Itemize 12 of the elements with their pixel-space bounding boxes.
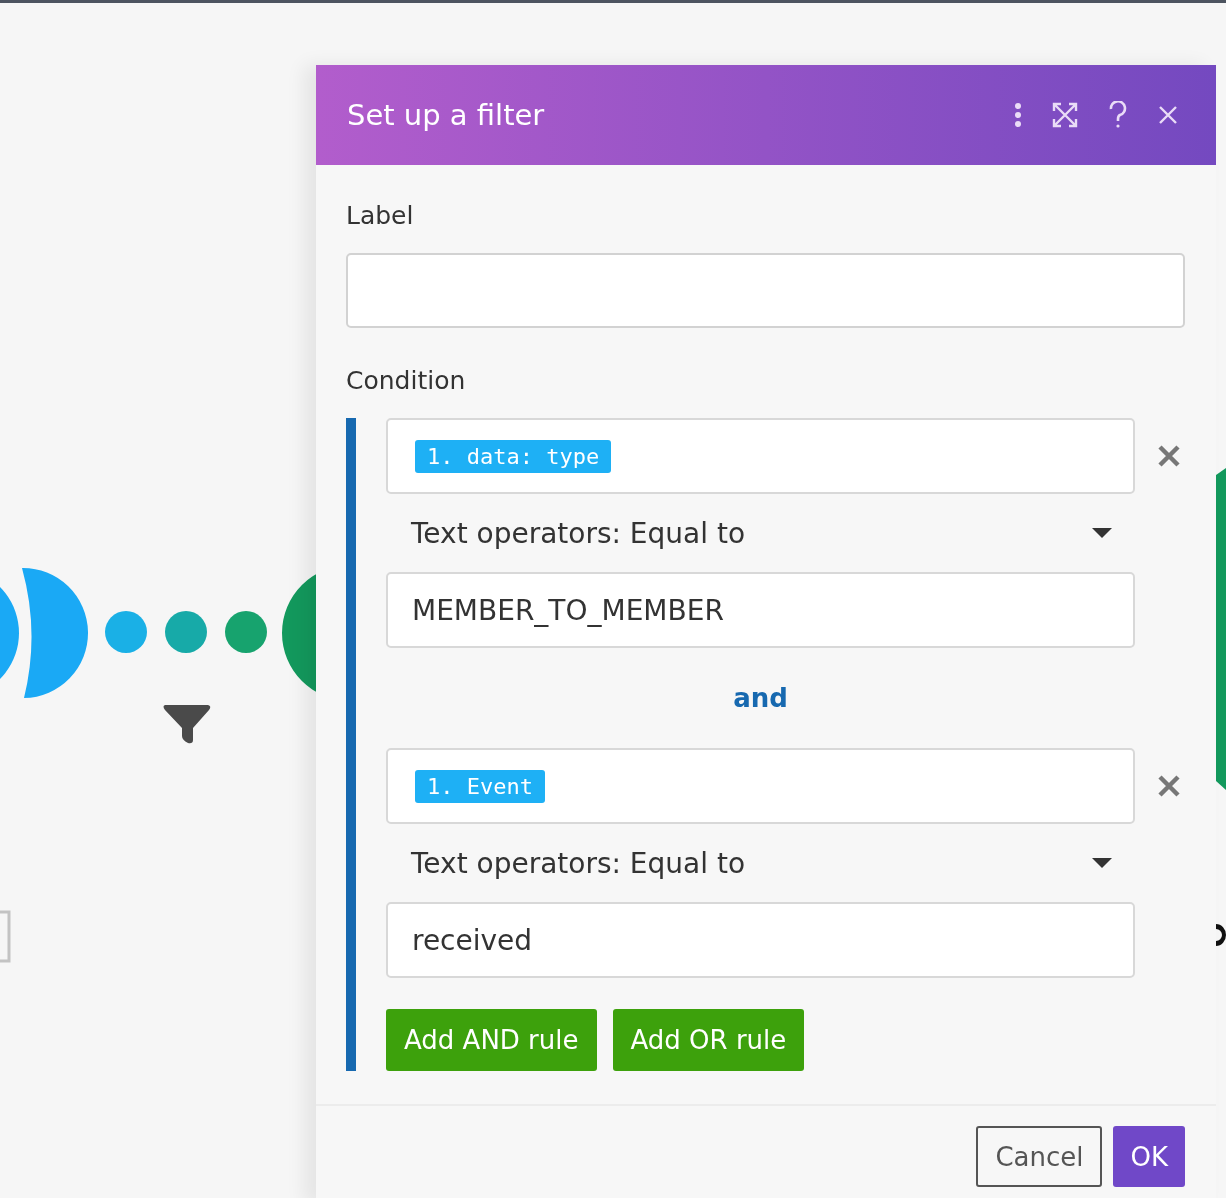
operator-dropdown[interactable]: Text operators: Equal to bbox=[386, 494, 1135, 572]
dialog-title: Set up a filter bbox=[347, 98, 545, 132]
connector-label: and bbox=[732, 682, 789, 715]
operator-dropdown[interactable]: Text operators: Equal to bbox=[386, 824, 1135, 902]
field-label: Condition bbox=[346, 366, 467, 396]
value-field[interactable]: MEMBER_TO_MEMBER bbox=[386, 572, 1135, 648]
ok-button[interactable]: OK bbox=[1113, 1126, 1185, 1187]
cancel-button[interactable]: Cancel bbox=[976, 1126, 1103, 1187]
value-field[interactable]: received bbox=[386, 902, 1135, 978]
field-label: Label bbox=[346, 201, 415, 231]
variable-token: 1. Event bbox=[415, 769, 545, 803]
variable-token: 1. data: type bbox=[415, 439, 612, 473]
